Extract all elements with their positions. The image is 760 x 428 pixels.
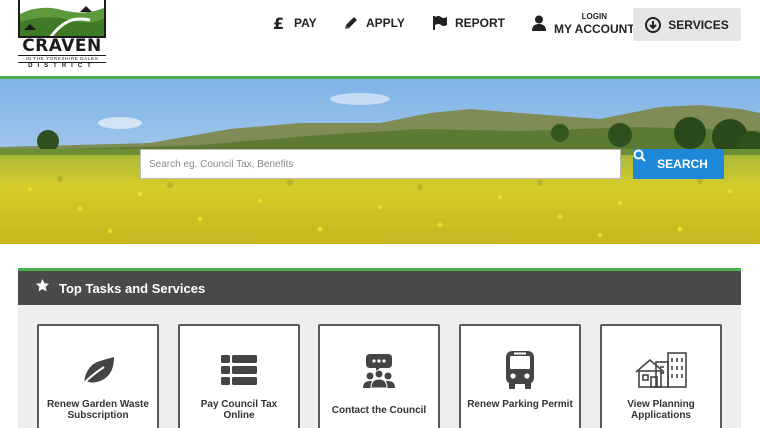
- nav-apply-label: APPLY: [366, 16, 405, 30]
- logo-district: DISTRICT: [28, 63, 96, 69]
- nav-account-text: LOGIN MY ACCOUNT: [554, 11, 635, 35]
- people-chat-icon: [320, 350, 438, 390]
- circle-arrow-down-icon: [645, 16, 662, 33]
- task-card-renew-parking-permit[interactable]: Renew Parking Permit: [459, 324, 581, 428]
- nav-report-link[interactable]: REPORT: [432, 0, 505, 46]
- task-card-renew-garden-waste[interactable]: Renew Garden Waste Subscription: [37, 324, 159, 428]
- top-tasks-panel: Top Tasks and Services Renew Garden Wast…: [18, 268, 741, 428]
- nav-services-button[interactable]: SERVICES: [633, 8, 741, 41]
- task-card-contact-council[interactable]: Contact the Council: [318, 324, 440, 428]
- task-card-label: Pay Council Tax Online: [200, 399, 278, 421]
- task-card-label: View Planning Applications: [627, 399, 695, 421]
- search-button[interactable]: SEARCH: [633, 149, 724, 179]
- task-card-label: Contact the Council: [331, 405, 427, 416]
- logo-wordmark: CRAVEN: [22, 36, 102, 56]
- pound-icon: £: [271, 15, 287, 31]
- nav-pay-label: PAY: [294, 16, 317, 30]
- search-input[interactable]: [140, 149, 621, 179]
- nav-report-label: REPORT: [455, 16, 506, 30]
- hero-banner: SEARCH: [0, 79, 760, 244]
- leaf-icon: [39, 350, 157, 390]
- craven-logo[interactable]: CRAVEN IN THE YORKSHIRE DALES DISTRICT: [18, 0, 106, 70]
- user-icon: [531, 15, 547, 31]
- top-tasks-title: Top Tasks and Services: [59, 280, 206, 296]
- nav-services-label: SERVICES: [668, 17, 729, 32]
- star-icon: [35, 278, 50, 298]
- bus-icon: [461, 350, 579, 390]
- section-spacer: [0, 244, 760, 268]
- task-card-label: Renew Parking Permit: [467, 399, 573, 410]
- nav-account-label: MY ACCOUNT: [554, 22, 635, 36]
- list-icon: [180, 350, 298, 390]
- task-card-view-planning[interactable]: View Planning Applications: [600, 324, 722, 428]
- site-header: CRAVEN IN THE YORKSHIRE DALES DISTRICT £…: [0, 0, 760, 76]
- top-tasks-header: Top Tasks and Services: [18, 268, 741, 305]
- pencil-icon: [343, 15, 359, 31]
- task-card-label: Renew Garden Waste Subscription: [47, 399, 149, 421]
- nav-my-account-link[interactable]: LOGIN MY ACCOUNT: [531, 0, 635, 46]
- task-card-pay-council-tax[interactable]: Pay Council Tax Online: [178, 324, 300, 428]
- nav-apply-link[interactable]: APPLY: [343, 0, 405, 46]
- svg-text:£: £: [273, 15, 284, 31]
- nav-pay-link[interactable]: £ PAY: [271, 0, 317, 46]
- search-button-label: SEARCH: [657, 157, 708, 171]
- flag-icon: [432, 15, 448, 31]
- logo-landscape-icon: [18, 0, 106, 38]
- buildings-icon: [602, 350, 720, 390]
